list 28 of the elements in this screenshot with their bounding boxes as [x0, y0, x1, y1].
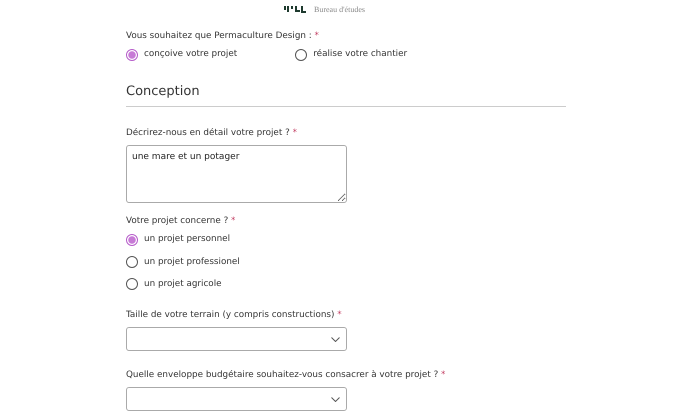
- field-label: Quelle enveloppe budgétaire souhaitez-vous consacrer à votre projet ? *: [126, 369, 446, 382]
- logo-icon: [284, 6, 306, 14]
- required-mark: *: [441, 370, 446, 380]
- select-field[interactable]: [126, 387, 347, 412]
- field-label: Taille de votre terrain (y compris constructions) *: [126, 308, 342, 322]
- option-label: réalise votre chantier: [313, 48, 408, 62]
- field-label: Vous souhaitez que Permaculture Design : *: [126, 30, 319, 43]
- radio-button[interactable]: [126, 48, 138, 61]
- radio-button[interactable]: [126, 278, 138, 290]
- radio-button[interactable]: [126, 256, 138, 268]
- select-field[interactable]: [126, 327, 347, 352]
- required-mark: *: [231, 216, 236, 226]
- required-mark: *: [314, 31, 319, 41]
- option-label: conçoive votre projet: [144, 48, 238, 62]
- logo-subtitle: Bureau d'études: [314, 6, 365, 14]
- option-label: un projet professionel: [144, 256, 240, 269]
- text-area[interactable]: une mare et un potager: [126, 145, 347, 204]
- radio-button[interactable]: [126, 234, 138, 246]
- section-heading: Conception: [126, 84, 201, 100]
- option-label: un projet personnel: [144, 233, 230, 246]
- chevron-down-icon: [331, 396, 340, 402]
- chevron-down-icon: [331, 336, 340, 342]
- field-label: Décrirez-nous en détail votre projet ? *: [126, 126, 297, 140]
- field-label: Votre projet concerne ? *: [126, 215, 236, 228]
- required-mark: *: [292, 128, 297, 138]
- option-label: un projet agricole: [144, 278, 222, 291]
- radio-button[interactable]: [295, 48, 308, 61]
- required-mark: *: [337, 310, 342, 320]
